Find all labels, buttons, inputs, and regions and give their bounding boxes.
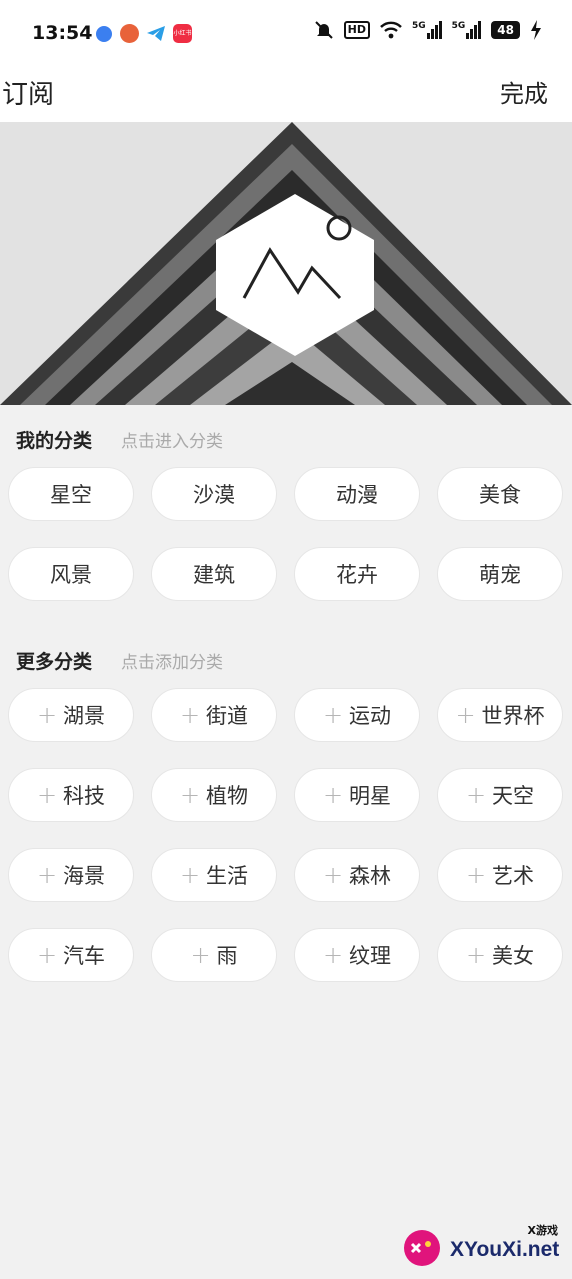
add-category-chip[interactable]: + 世界杯 xyxy=(437,688,563,742)
add-category-chip[interactable]: + 生活 xyxy=(151,848,277,902)
category-label: 植物 xyxy=(206,784,249,808)
battery-indicator: 48 xyxy=(491,21,520,39)
signal1-label: 5G xyxy=(411,21,426,31)
category-label: 生活 xyxy=(206,864,249,888)
category-label: 美食 xyxy=(479,483,521,507)
plus-icon: + xyxy=(455,701,476,729)
category-label: 汽车 xyxy=(63,944,106,968)
plus-icon: + xyxy=(465,941,487,969)
hd-badge: HD xyxy=(343,21,370,39)
add-category-chip[interactable]: + 汽车 xyxy=(8,928,134,982)
category-label: 美女 xyxy=(492,944,535,968)
charging-icon xyxy=(531,20,541,40)
category-label: 运动 xyxy=(349,704,392,728)
add-category-chip[interactable]: + 湖景 xyxy=(8,688,134,742)
category-chip[interactable]: 星空 xyxy=(8,467,134,521)
category-label: 沙漠 xyxy=(193,483,235,507)
add-category-chip[interactable]: + 天空 xyxy=(437,768,563,822)
done-button[interactable]: 完成 xyxy=(500,74,548,109)
food-app-icon xyxy=(120,24,139,43)
add-category-chip[interactable]: + 明星 xyxy=(294,768,420,822)
plus-icon: + xyxy=(179,701,201,729)
plus-icon: + xyxy=(36,861,58,889)
category-label: 动漫 xyxy=(336,483,378,507)
add-category-chip[interactable]: + 纹理 xyxy=(294,928,420,982)
signal-5g-2: 5G xyxy=(452,21,482,39)
add-category-chip[interactable]: + 森林 xyxy=(294,848,420,902)
category-label: 世界杯 xyxy=(481,704,545,728)
plus-icon: + xyxy=(36,941,58,969)
category-label: 科技 xyxy=(63,784,106,808)
category-label: 湖景 xyxy=(63,704,106,728)
mute-bell-icon xyxy=(314,21,333,39)
watermark-text: XYouXi.net xyxy=(450,1238,560,1261)
page-title: 订阅 xyxy=(2,80,55,110)
status-time: 13:54 xyxy=(32,22,93,44)
site-watermark: X游戏 XYouXi.net xyxy=(402,1222,566,1272)
browser-icon xyxy=(96,26,112,42)
status-icons: HD 5G 5G 48 xyxy=(314,20,542,40)
category-label: 星空 xyxy=(50,483,92,507)
banner-image xyxy=(0,122,572,405)
category-label: 森林 xyxy=(349,864,392,888)
my-categories-hint: 点击进入分类 xyxy=(121,432,223,452)
category-chip[interactable]: 萌宠 xyxy=(437,547,563,601)
status-bar: 13:54 小红书 HD 5G 5G 48 xyxy=(0,0,572,66)
plus-icon: + xyxy=(36,781,58,809)
plus-icon: + xyxy=(190,941,211,969)
category-chip[interactable]: 美食 xyxy=(437,467,563,521)
add-category-chip[interactable]: + 雨 xyxy=(151,928,277,982)
category-label: 花卉 xyxy=(336,563,378,587)
more-categories-hint: 点击添加分类 xyxy=(121,653,223,673)
signal2-label: 5G xyxy=(451,21,466,31)
add-category-chip[interactable]: + 运动 xyxy=(294,688,420,742)
telegram-icon xyxy=(146,24,165,43)
plus-icon: + xyxy=(322,701,344,729)
category-label: 海景 xyxy=(63,864,106,888)
plus-icon: + xyxy=(465,861,487,889)
plus-icon: + xyxy=(179,781,201,809)
add-category-chip[interactable]: + 海景 xyxy=(8,848,134,902)
category-label: 萌宠 xyxy=(479,563,521,587)
category-label: 艺术 xyxy=(492,864,535,888)
plus-icon: + xyxy=(322,861,344,889)
add-category-chip[interactable]: + 植物 xyxy=(151,768,277,822)
red-app-icon: 小红书 xyxy=(173,24,192,43)
plus-icon: + xyxy=(179,861,201,889)
plus-icon: + xyxy=(465,781,487,809)
category-chip[interactable]: 建筑 xyxy=(151,547,277,601)
category-label: 风景 xyxy=(50,563,92,587)
category-label: 建筑 xyxy=(193,563,235,587)
add-category-chip[interactable]: + 科技 xyxy=(8,768,134,822)
category-chip[interactable]: 花卉 xyxy=(294,547,420,601)
building-photo xyxy=(0,122,572,405)
top-bar: 订阅 完成 xyxy=(0,66,572,122)
my-categories-title: 我的分类 xyxy=(16,430,93,452)
plus-icon: + xyxy=(36,701,58,729)
add-category-chip[interactable]: + 美女 xyxy=(437,928,563,982)
category-label: 天空 xyxy=(492,784,535,808)
more-categories-title: 更多分类 xyxy=(16,651,93,673)
add-category-chip[interactable]: + 街道 xyxy=(151,688,277,742)
signal-5g-1: 5G xyxy=(412,21,442,39)
category-label: 明星 xyxy=(349,784,392,808)
red-app-label: 小红书 xyxy=(173,30,192,37)
wifi-icon xyxy=(380,21,402,39)
category-chip[interactable]: 动漫 xyxy=(294,467,420,521)
category-label: 雨 xyxy=(216,944,238,968)
category-label: 街道 xyxy=(206,704,249,728)
plus-icon: + xyxy=(322,941,344,969)
plus-icon: + xyxy=(322,781,344,809)
category-chip[interactable]: 沙漠 xyxy=(151,467,277,521)
add-category-chip[interactable]: + 艺术 xyxy=(437,848,563,902)
category-label: 纹理 xyxy=(349,944,392,968)
watermark-small-text: X游戏 xyxy=(527,1224,558,1237)
category-chip[interactable]: 风景 xyxy=(8,547,134,601)
gamepad-logo-icon xyxy=(404,1230,440,1266)
